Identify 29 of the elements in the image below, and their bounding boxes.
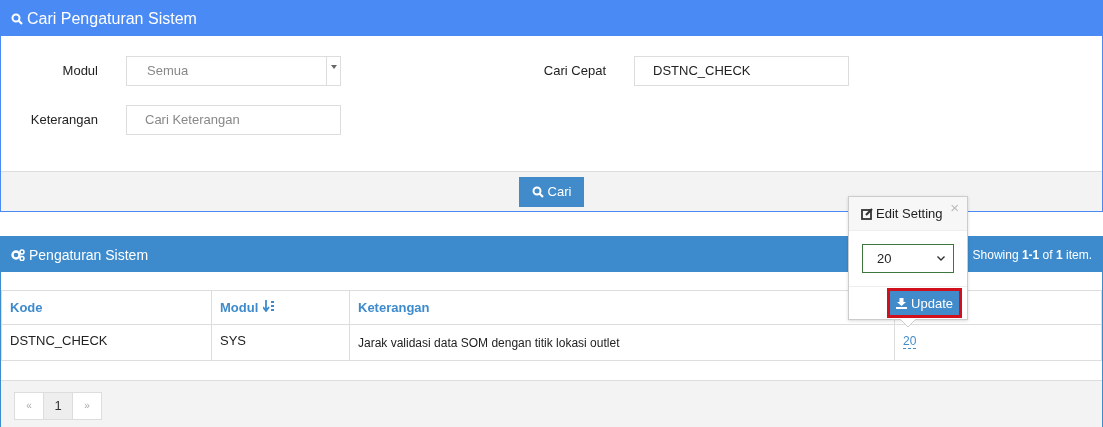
edit-icon (861, 207, 873, 220)
close-button[interactable]: × (950, 199, 959, 216)
table-cell: SYS (211, 324, 350, 361)
text-field[interactable]: DSTNC_CHECK (634, 55, 849, 86)
summary-text: Showing 1-1 of 1 item. (972, 247, 1092, 262)
value-select[interactable]: 20 (862, 244, 954, 273)
search-icon (11, 12, 23, 25)
field-label: Keterangan (29, 112, 99, 127)
table-cell: Jarak validasi data SOM dengan titik lokasi outlet (349, 324, 895, 361)
column-header[interactable]: Modul (211, 290, 350, 325)
value-link[interactable]: 20 (903, 334, 917, 349)
text-field[interactable]: Cari Keterangan (126, 104, 341, 135)
page-button[interactable]: 1 (43, 391, 73, 420)
search-icon (531, 185, 544, 198)
column-header[interactable]: Keterangan (349, 290, 895, 325)
gears-icon (11, 248, 25, 261)
search-button[interactable]: Cari (518, 176, 585, 207)
module-select[interactable]: Semua (126, 55, 341, 86)
panel-title: Pengaturan Sistem (29, 246, 149, 263)
popover-title: Edit Setting (861, 206, 943, 221)
caret-icon (330, 64, 337, 69)
table-cell: DSTNC_CHECK (1, 324, 212, 361)
field-label: Modul (61, 63, 99, 78)
field-label: Cari Cepat (542, 63, 607, 78)
column-header[interactable]: Kode (1, 290, 212, 325)
chevron-icon (937, 256, 945, 261)
panel-title: Cari Pengaturan Sistem (27, 9, 197, 28)
download-icon (896, 297, 908, 309)
update-button[interactable]: Update (890, 291, 959, 315)
